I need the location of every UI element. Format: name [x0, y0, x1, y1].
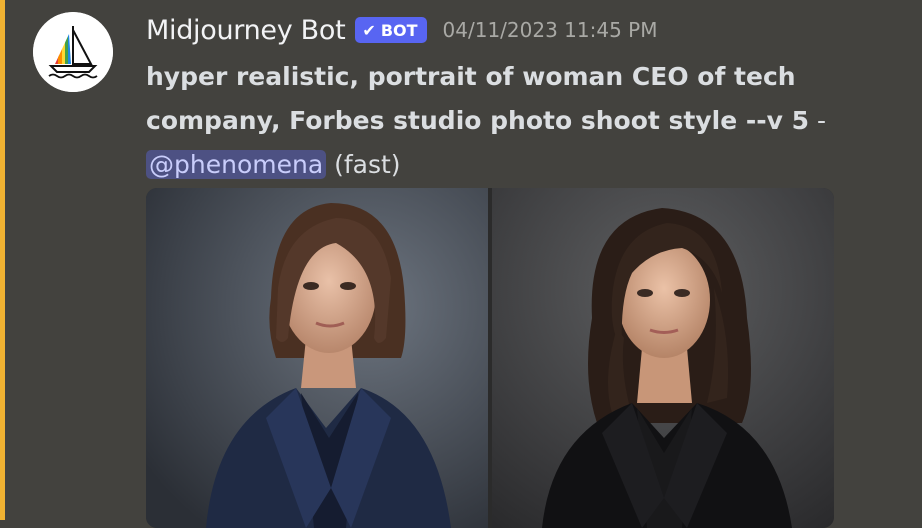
separator: - [809, 106, 826, 135]
prompt-text: hyper realistic, portrait of woman CEO o… [146, 62, 810, 135]
bot-tag-label: BOT [380, 20, 418, 40]
checkmark-icon: ✔ [362, 20, 376, 40]
user-mention[interactable]: @phenomena [146, 150, 327, 179]
sailboat-logo-icon [33, 12, 113, 92]
speed-label: (fast) [334, 150, 401, 179]
message-header: Midjourney Bot ✔ BOT 04/11/2023 11:45 PM [146, 10, 658, 50]
bot-tag: ✔ BOT [355, 17, 427, 43]
message-highlight-bar [0, 0, 5, 520]
portrait-image-2[interactable] [492, 188, 834, 528]
avatar[interactable] [33, 12, 113, 92]
timestamp[interactable]: 04/11/2023 11:45 PM [443, 18, 658, 42]
portrait-image-1[interactable] [146, 188, 488, 528]
image-grid[interactable] [146, 188, 834, 528]
username[interactable]: Midjourney Bot [146, 15, 346, 46]
message-content: hyper realistic, portrait of woman CEO o… [146, 55, 846, 187]
